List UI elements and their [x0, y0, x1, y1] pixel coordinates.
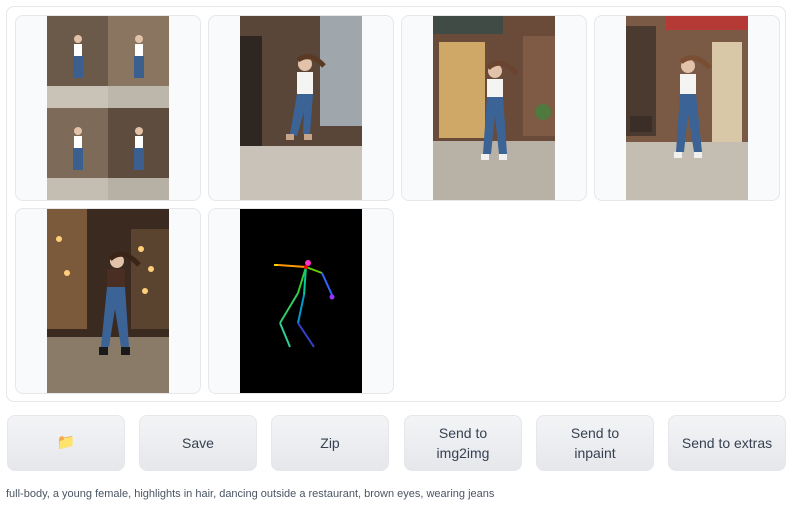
- send-to-img2img-button[interactable]: Send to img2img: [404, 415, 522, 471]
- zip-button[interactable]: Zip: [271, 415, 389, 471]
- gallery-thumb-3[interactable]: [401, 15, 587, 201]
- jumping-woman-street-photo-1: [240, 16, 362, 200]
- save-button[interactable]: Save: [139, 415, 257, 471]
- gallery-thumb-1[interactable]: [15, 15, 201, 201]
- grid-of-four-jump-photos: [47, 16, 169, 200]
- jumping-woman-cafe-photo-3: [626, 16, 748, 200]
- folder-icon: 📁: [56, 434, 76, 451]
- openpose-skeleton-map: [240, 209, 362, 393]
- image-gallery: [6, 6, 786, 402]
- send-to-inpaint-button[interactable]: Send to inpaint: [536, 415, 654, 471]
- gallery-thumb-2[interactable]: [208, 15, 394, 201]
- send-to-extras-button[interactable]: Send to extras: [668, 415, 786, 471]
- jumping-woman-night-street-photo-4: [47, 209, 169, 393]
- open-folder-button[interactable]: 📁: [7, 415, 125, 471]
- gallery-thumb-4[interactable]: [594, 15, 780, 201]
- gallery-thumb-6[interactable]: [208, 208, 394, 394]
- jumping-woman-storefront-photo-2: [433, 16, 555, 200]
- gallery-thumb-5[interactable]: [15, 208, 201, 394]
- generation-prompt-caption: full-body, a young female, highlights in…: [6, 488, 495, 500]
